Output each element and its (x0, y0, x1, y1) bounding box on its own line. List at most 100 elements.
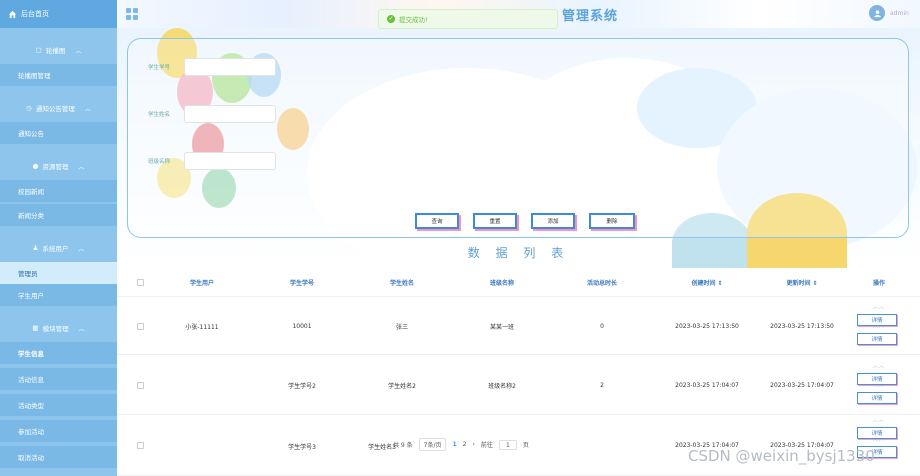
page-unit: 页 (522, 442, 529, 449)
sidebar-item-activity-info[interactable]: 活动信息 (0, 368, 117, 390)
detail-button[interactable]: 详情 (857, 392, 897, 404)
sidebar-group-label: 系统用户 (42, 245, 69, 253)
sidebar-group-notice[interactable]: ◷ 通知公告管理 ︿ (0, 94, 117, 122)
table-header: 学生用户 学生学号 学生姓名 班级名称 活动总时长 创建时间 ⇕ 更新时间 ⇕ … (117, 268, 920, 297)
page-2[interactable]: 2 (463, 441, 467, 448)
row-checkbox[interactable] (137, 322, 144, 330)
row-checkbox[interactable] (137, 381, 144, 389)
sidebar-item-carousel-manage[interactable]: 轮播图管理 (0, 64, 117, 86)
query-button[interactable]: 查询 (415, 213, 459, 229)
sidebar-group-resource[interactable]: ● 资源管理 ︿ (0, 152, 117, 180)
table-row: 小张-11111 10001 张三 某某一班 0 2023-03-25 17:1… (117, 298, 920, 355)
sidebar-item-activity-type[interactable]: 活动类型 (0, 394, 117, 416)
sidebar-group-label: 模块管理 (42, 325, 69, 333)
ribbon-icon: ⌒⌒ (872, 421, 885, 427)
bulb-icon: ● (32, 162, 39, 170)
field-label: 学生姓名 (148, 112, 171, 118)
student-name-field: 学生姓名 (148, 105, 276, 123)
home-icon (8, 10, 17, 18)
page-1[interactable]: 1 (452, 441, 456, 448)
chevron-up-icon: ︿ (78, 325, 85, 333)
cell: 张三 (395, 323, 408, 331)
watermark: CSDN @weixin_bysj1330 (688, 447, 875, 465)
sidebar-group-users[interactable]: ♟ 系统用户 ︿ (0, 234, 117, 262)
detail-button[interactable]: 详情 (857, 373, 897, 385)
search-actions: 查询 重置 添加 删除 (415, 213, 635, 229)
user-icon: ♟ (32, 244, 39, 252)
row-checkbox[interactable] (137, 442, 144, 449)
col-header-sortable[interactable]: 创建时间 ⇕ (667, 278, 747, 287)
username[interactable]: admin (890, 10, 909, 17)
class-name-input[interactable] (184, 152, 276, 170)
sidebar-item-admin[interactable]: 管理员 (0, 262, 117, 284)
chevron-up-icon: ︿ (75, 47, 82, 55)
cell: 学生学号3 (288, 444, 316, 451)
sidebar-item-student-user[interactable]: 学生用户 (0, 284, 117, 306)
sidebar-item-news-category[interactable]: 新闻分类 (0, 204, 117, 226)
list-title: 数 据 列 表 (467, 246, 570, 260)
field-label: 班级名称 (148, 159, 171, 165)
col-header: 学生学号 (289, 279, 314, 287)
sidebar-item-student-info[interactable]: 学生信息 (0, 342, 117, 364)
data-table: 学生用户 学生学号 学生姓名 班级名称 活动总时长 创建时间 ⇕ 更新时间 ⇕ … (117, 268, 920, 476)
pagination: 共 9 条 7条/页 1 2 › 前往 1 页 (393, 438, 529, 451)
select-all-checkbox[interactable] (137, 278, 144, 286)
detail-button[interactable]: 详情 (857, 427, 897, 439)
grid-icon: ▦ (32, 324, 39, 332)
success-toast: ✓ 提交成功! (378, 9, 558, 29)
student-id-input[interactable] (184, 58, 276, 76)
image-icon: ▢ (35, 46, 42, 54)
sidebar-group-modules[interactable]: ▦ 模块管理 ︿ (0, 314, 117, 342)
search-area: 学生学号 学生姓名 班级名称 查询 重置 添加 删除 (117, 28, 920, 268)
cell: 2023-03-25 17:04:07 (770, 381, 834, 389)
cell: 小张-11111 (185, 323, 219, 331)
avatar[interactable] (869, 5, 885, 21)
student-id-field: 学生学号 (148, 58, 276, 76)
clock-icon: ◷ (26, 104, 32, 112)
col-header: 学生姓名 (389, 279, 414, 287)
sidebar-item-notice[interactable]: 通知公告 (0, 122, 117, 144)
ribbon-icon: ⌒⌒ (872, 308, 885, 314)
sidebar: 后台首页 ▢ 轮播图 ︿ 轮播图管理 ◷ 通知公告管理 ︿ 通知公告 ● 资源管… (0, 0, 117, 476)
chevron-up-icon: ︿ (84, 105, 91, 113)
detail-button[interactable]: 详情 (857, 333, 897, 345)
sidebar-home[interactable]: 后台首页 (0, 0, 117, 28)
menu-toggle-icon[interactable] (126, 8, 138, 20)
total-count: 共 9 条 (393, 442, 413, 449)
col-header: 活动总时长 (586, 279, 617, 287)
col-header-sortable[interactable]: 更新时间 ⇕ (762, 278, 842, 287)
ribbon-icon: ⌒⌒ (872, 327, 885, 333)
field-label: 学生学号 (148, 65, 171, 71)
detail-button[interactable]: 详情 (857, 314, 897, 326)
cell: 2023-03-25 17:04:07 (675, 381, 739, 389)
actions-cell: ⌒⌒ 详情 ⌒⌒ 详情 (857, 307, 901, 345)
table-row: 学生学号2 学生姓名2 班级名称2 2 2023-03-25 17:04:07 … (117, 356, 920, 415)
sidebar-item-cancel-activity[interactable]: 取消活动 (0, 446, 117, 468)
page-size-select[interactable]: 7条/页 (418, 438, 447, 451)
student-name-input[interactable] (184, 105, 276, 123)
cell: 学生姓名2 (388, 382, 416, 390)
goto-input[interactable]: 1 (498, 439, 517, 450)
sidebar-group-carousel[interactable]: ▢ 轮播图 ︿ (0, 36, 117, 64)
sidebar-item-news[interactable]: 校园新闻 (0, 180, 117, 202)
goto-label: 前往 (480, 442, 493, 449)
cell: 2 (600, 381, 604, 389)
chevron-up-icon: ︿ (78, 245, 85, 253)
next-page-icon[interactable]: › (473, 441, 475, 448)
sidebar-group-label: 通知公告管理 (35, 105, 75, 113)
reset-button[interactable]: 重置 (473, 213, 517, 229)
user-avatar-icon (873, 9, 881, 17)
col-header: 操作 (872, 279, 885, 287)
cell: 0 (600, 322, 604, 330)
sidebar-home-label: 后台首页 (21, 10, 49, 18)
sidebar-item-label: 管理员 (18, 270, 38, 278)
check-circle-icon: ✓ (387, 15, 395, 23)
cell: 2023-03-25 17:13:50 (770, 322, 834, 330)
page-title: 管理系统 (562, 9, 619, 24)
sidebar-item-join-activity[interactable]: 参加活动 (0, 420, 117, 442)
add-button[interactable]: 添加 (531, 213, 575, 229)
ribbon-icon: ⌒⌒ (872, 367, 885, 373)
sidebar-group-label: 资源管理 (42, 163, 69, 171)
cell: 某某一班 (489, 323, 514, 331)
delete-button[interactable]: 删除 (589, 213, 635, 229)
